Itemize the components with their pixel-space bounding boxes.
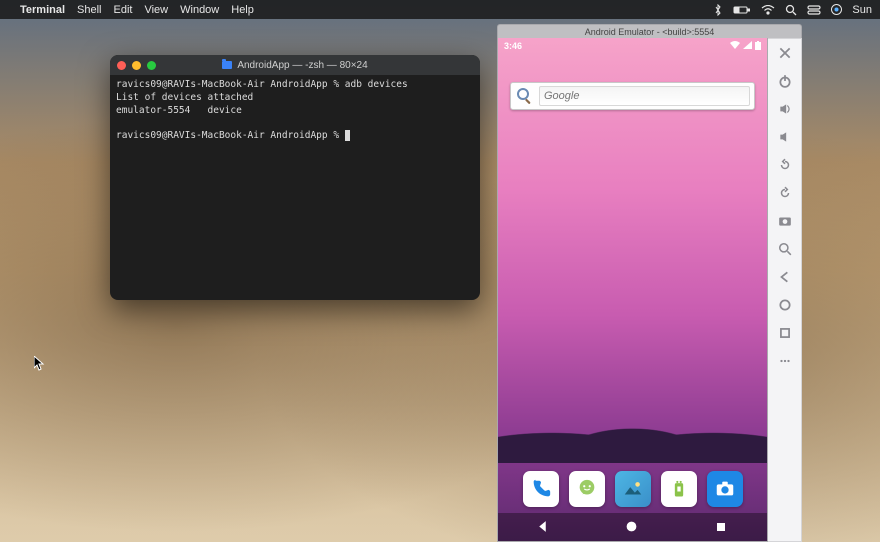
folder-icon	[222, 61, 232, 69]
emulator-screenshot-button[interactable]	[777, 213, 793, 229]
menubar-item-window[interactable]: Window	[180, 4, 219, 16]
terminal-line: ravics09@RAVIs-MacBook-Air AndroidApp % …	[116, 79, 408, 90]
menubar: Terminal Shell Edit View Window Help Sun	[0, 0, 880, 19]
emulator-power-button[interactable]	[777, 73, 793, 89]
battery-icon	[755, 41, 761, 52]
terminal-line: List of devices attached	[116, 92, 253, 103]
emulator-close-button[interactable]	[777, 45, 793, 61]
window-zoom-button[interactable]	[147, 61, 156, 70]
google-search-widget[interactable]	[510, 82, 755, 110]
emulator-volume-down-button[interactable]	[777, 129, 793, 145]
terminal-titlebar[interactable]: AndroidApp — -zsh — 80×24	[110, 55, 480, 75]
emulator-rotate-right-button[interactable]	[777, 185, 793, 201]
google-search-input[interactable]	[539, 86, 750, 106]
emulator-overview-button[interactable]	[777, 325, 793, 341]
android-home: 3:46	[498, 38, 767, 541]
terminal-cursor	[345, 130, 350, 141]
android-dock	[498, 465, 767, 513]
terminal-line: emulator-5554 device	[116, 105, 242, 116]
wallpaper-mountains	[498, 403, 767, 463]
control-center-icon[interactable]	[807, 5, 821, 15]
magnifier-icon	[515, 86, 535, 106]
emulator-rotate-left-button[interactable]	[777, 157, 793, 173]
bluetooth-icon[interactable]	[713, 4, 723, 16]
emulator-home-button[interactable]	[777, 297, 793, 313]
dock-app-play-store[interactable]	[661, 471, 697, 507]
emulator-screen[interactable]: 3:46	[497, 38, 768, 542]
status-time: 3:46	[504, 41, 522, 51]
dock-app-messages[interactable]	[569, 471, 605, 507]
menubar-item-shell[interactable]: Shell	[77, 4, 101, 16]
emulator-zoom-button[interactable]	[777, 241, 793, 257]
emulator-title: Android Emulator - <build>:5554	[585, 27, 715, 37]
nav-overview-button[interactable]	[715, 520, 729, 534]
siri-icon[interactable]	[831, 4, 842, 15]
terminal-title: AndroidApp — -zsh — 80×24	[237, 60, 367, 71]
window-traffic-lights	[117, 61, 156, 70]
terminal-line: ravics09@RAVIs-MacBook-Air AndroidApp %	[116, 130, 345, 141]
emulator-back-button[interactable]	[777, 269, 793, 285]
dock-app-photos[interactable]	[615, 471, 651, 507]
terminal-window[interactable]: AndroidApp — -zsh — 80×24 ravics09@RAVIs…	[110, 55, 480, 300]
menubar-item-view[interactable]: View	[144, 4, 168, 16]
wifi-icon[interactable]	[761, 5, 775, 15]
nav-back-button[interactable]	[536, 520, 550, 534]
menubar-app-name[interactable]: Terminal	[20, 4, 65, 16]
window-minimize-button[interactable]	[132, 61, 141, 70]
terminal-content[interactable]: ravics09@RAVIs-MacBook-Air AndroidApp % …	[110, 75, 480, 147]
dock-app-phone[interactable]	[523, 471, 559, 507]
dock-app-camera[interactable]	[707, 471, 743, 507]
nav-home-button[interactable]	[625, 520, 639, 534]
signal-icon	[743, 41, 752, 51]
emulator-volume-up-button[interactable]	[777, 101, 793, 117]
window-close-button[interactable]	[117, 61, 126, 70]
mouse-cursor-icon	[34, 356, 46, 372]
menubar-item-help[interactable]: Help	[231, 4, 254, 16]
battery-icon[interactable]	[733, 5, 751, 15]
wifi-icon	[730, 41, 740, 51]
spotlight-icon[interactable]	[785, 4, 797, 16]
menubar-status-area: Sun	[713, 4, 872, 16]
macos-desktop: Terminal Shell Edit View Window Help Sun	[0, 0, 880, 542]
menubar-item-edit[interactable]: Edit	[114, 4, 133, 16]
emulator-more-button[interactable]	[777, 353, 793, 369]
menubar-clock[interactable]: Sun	[852, 4, 872, 16]
android-navbar	[498, 513, 767, 541]
android-statusbar: 3:46	[498, 38, 767, 54]
emulator-titlebar[interactable]: Android Emulator - <build>:5554	[497, 24, 802, 38]
emulator-window[interactable]: Android Emulator - <build>:5554 3:46	[497, 24, 802, 542]
emulator-sidebar	[768, 38, 802, 542]
